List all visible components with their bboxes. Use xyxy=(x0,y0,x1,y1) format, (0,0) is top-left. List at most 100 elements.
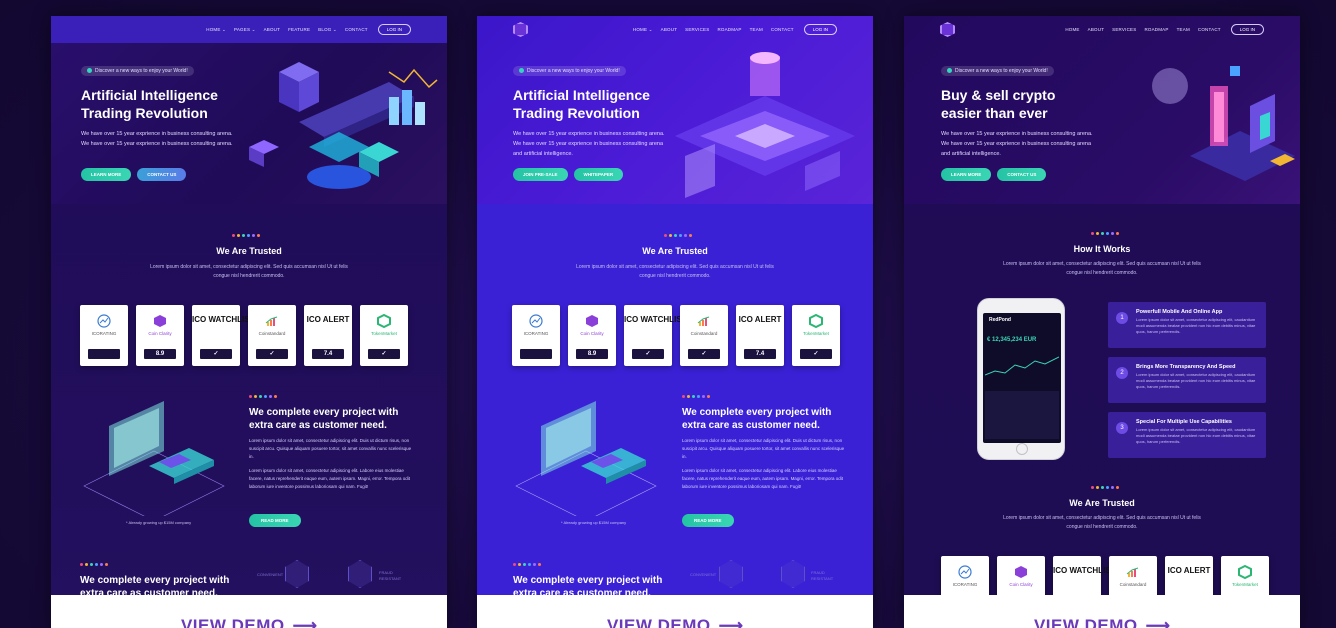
home-button-icon xyxy=(1016,443,1028,455)
hero-section: HOME ⌄ ABOUT SERVICES ROADMAP TEAM CONTA… xyxy=(477,16,873,204)
coin-clarity-icon xyxy=(154,315,166,327)
logo-card-coin-clarity[interactable]: Coin Clarity 8.9 xyxy=(136,305,184,366)
nav-item-team[interactable]: TEAM xyxy=(750,27,763,32)
pill-dot-icon xyxy=(947,68,952,73)
step-card-2: 2 Brings More Transparency And Speed Lor… xyxy=(1108,357,1266,403)
logo-name: TokenMarket xyxy=(371,331,397,336)
nav-item-home[interactable]: HOME xyxy=(1065,27,1079,32)
join-presale-button[interactable]: JOIN PRE-SALE xyxy=(513,168,568,181)
partner-logos: ICORATING Coin Clarity 8.9 ICO WATCHLIST… xyxy=(512,305,840,366)
convenient-hex-icon xyxy=(719,560,743,588)
logo-card-icorating[interactable]: ICORATING xyxy=(80,305,128,366)
trusted-description: Lorem ipsum dolor sit amet, consectetur … xyxy=(576,264,774,279)
demo-card-3[interactable]: HOME ABOUT SERVICES ROADMAP TEAM CONTACT… xyxy=(904,16,1300,628)
logo-card-coinstandard[interactable]: Coinstandard ✓ xyxy=(248,305,296,366)
transactions-list xyxy=(985,391,1059,439)
icorating-icon xyxy=(958,565,972,579)
logo-name: TokenMarket xyxy=(803,331,829,336)
pill-text: Discover a new ways to enjoy your World! xyxy=(95,68,188,74)
isometric-trading-illustration xyxy=(249,62,438,189)
navbar: HOME ⌄ PAGES ⌄ ABOUT FEATURE BLOG ⌄ CONT… xyxy=(51,16,447,43)
nav-item-blog[interactable]: BLOG ⌄ xyxy=(318,27,337,33)
view-demo-bar[interactable]: VIEW DEMO ⟶ xyxy=(51,595,447,628)
nav-item-contact[interactable]: CONTACT xyxy=(771,27,794,32)
login-button[interactable]: LOG IN xyxy=(1230,24,1264,35)
learn-more-button[interactable]: LEARN MORE xyxy=(81,168,132,181)
learn-more-button[interactable]: LEARN MORE xyxy=(941,168,992,181)
logo-card-tokenmarket[interactable]: TokenMarket ✓ xyxy=(792,305,840,366)
logo-card-icorating[interactable]: ICORATING xyxy=(512,305,560,366)
logo-score: 8.9 xyxy=(144,349,176,359)
how-it-works-description: Lorem ipsum dolor sit amet, consectetur … xyxy=(1003,261,1201,276)
logo-card-ico-alert[interactable]: ICO ALERT 7.4 xyxy=(304,305,352,366)
view-demo-bar[interactable]: VIEW DEMO ⟶ xyxy=(477,595,873,628)
logo-card-ico-watchlist[interactable]: ICO WATCHLIST ✓ xyxy=(192,305,255,366)
nav-item-contact[interactable]: CONTACT xyxy=(1198,27,1221,32)
logo-score xyxy=(88,349,120,359)
hex-label-convenient: CONVENIENT xyxy=(257,572,284,577)
logo-name: Coinstandard xyxy=(1119,582,1147,587)
how-it-works-title: How It Works xyxy=(1073,244,1131,254)
nav-item-contact[interactable]: CONTACT xyxy=(345,27,368,32)
nav-item-about[interactable]: ABOUT xyxy=(661,27,678,32)
logo-name: TokenMarket xyxy=(1232,582,1258,587)
logo-card-coin-clarity[interactable]: Coin Clarity 8.9 xyxy=(568,305,616,366)
hero-section: HOME ABOUT SERVICES ROADMAP TEAM CONTACT… xyxy=(904,16,1300,204)
trusted-title: We Are Trusted xyxy=(642,246,708,256)
nav-item-about[interactable]: ABOUT xyxy=(1088,27,1105,32)
nav-item-roadmap[interactable]: ROADMAP xyxy=(1144,27,1168,32)
view-demo-label[interactable]: VIEW DEMO xyxy=(1034,616,1138,628)
announcement-pill: Discover a new ways to enjoy your World! xyxy=(513,66,626,76)
logo-card-ico-alert[interactable]: ICO ALERT 7.4 xyxy=(736,305,784,366)
login-button[interactable]: LOG IN xyxy=(803,24,837,35)
step-title: Special For Multiple Use Capabilities xyxy=(1136,419,1232,425)
hero-buttons: LEARN MORE CONTACT US xyxy=(941,168,1047,181)
read-more-button[interactable]: READ MORE xyxy=(249,514,301,527)
logo-score: 7.4 xyxy=(312,349,344,359)
read-more-button[interactable]: READ MORE xyxy=(682,514,734,527)
step-card-3: 3 Special For Multiple Use Capabilities … xyxy=(1108,412,1266,458)
logo-name: ICORATING xyxy=(523,331,549,336)
logo-score xyxy=(520,349,552,359)
nav-item-pages[interactable]: PAGES ⌄ xyxy=(234,27,256,33)
hero-description: We have over 15 year exprience in busine… xyxy=(81,131,233,147)
trusted-description: Lorem ipsum dolor sit amet, consectetur … xyxy=(150,264,348,279)
nav-item-home[interactable]: HOME ⌄ xyxy=(633,27,653,33)
feature-description-1: Lorem ipsum dolor sit amet, consectetur … xyxy=(249,438,412,459)
view-demo-bar[interactable]: VIEW DEMO ⟶ xyxy=(904,595,1300,628)
hero-title: Artificial Intelligence Trading Revoluti… xyxy=(81,87,218,121)
nav-item-roadmap[interactable]: ROADMAP xyxy=(717,27,741,32)
step-card-1: 1 Powerfull Mobile And Online App Lorem … xyxy=(1108,302,1266,348)
phone-balance: € 12,345,234 EUR xyxy=(987,337,1037,343)
nav-item-about[interactable]: ABOUT xyxy=(264,27,281,32)
whitepaper-button[interactable]: WHITEPAPER xyxy=(573,168,624,181)
nav-item-home[interactable]: HOME ⌄ xyxy=(206,27,226,33)
step-number: 1 xyxy=(1116,312,1128,324)
trusted-title: We Are Trusted xyxy=(1069,498,1135,508)
nav-menu: HOME ⌄ ABOUT SERVICES ROADMAP TEAM CONTA… xyxy=(633,27,794,33)
demo-card-2[interactable]: HOME ⌄ ABOUT SERVICES ROADMAP TEAM CONTA… xyxy=(477,16,873,628)
icorating-icon xyxy=(529,314,543,328)
contact-us-button[interactable]: CONTACT US xyxy=(997,168,1047,181)
section-dots xyxy=(1091,486,1119,489)
logo-card-coinstandard[interactable]: Coinstandard ✓ xyxy=(680,305,728,366)
login-button[interactable]: LOG IN xyxy=(377,24,411,35)
feature-title: We complete every project with extra car… xyxy=(249,407,399,431)
logo-text: ICO WATCHLIST xyxy=(624,315,687,324)
nav-item-feature[interactable]: FEATURE xyxy=(288,27,310,32)
logo-score: ✓ xyxy=(200,349,232,359)
logo-card-tokenmarket[interactable]: TokenMarket ✓ xyxy=(360,305,408,366)
logo-text: ICO WATCHLIST xyxy=(192,315,255,324)
logo-text: ICO ALERT xyxy=(1167,566,1211,575)
phone-mockup: RedPond € 12,345,234 EUR xyxy=(977,298,1065,460)
view-demo-label[interactable]: VIEW DEMO xyxy=(607,616,711,628)
contact-us-button[interactable]: CONTACT US xyxy=(137,168,187,181)
demo-card-1[interactable]: HOME ⌄ PAGES ⌄ ABOUT FEATURE BLOG ⌄ CONT… xyxy=(51,16,447,628)
nav-item-services[interactable]: SERVICES xyxy=(685,27,709,32)
logo-score: ✓ xyxy=(368,349,400,359)
coin-clarity-icon xyxy=(1015,566,1027,578)
nav-item-team[interactable]: TEAM xyxy=(1177,27,1190,32)
nav-item-services[interactable]: SERVICES xyxy=(1112,27,1136,32)
view-demo-label[interactable]: VIEW DEMO xyxy=(181,616,285,628)
logo-card-ico-watchlist[interactable]: ICO WATCHLIST ✓ xyxy=(624,305,687,366)
